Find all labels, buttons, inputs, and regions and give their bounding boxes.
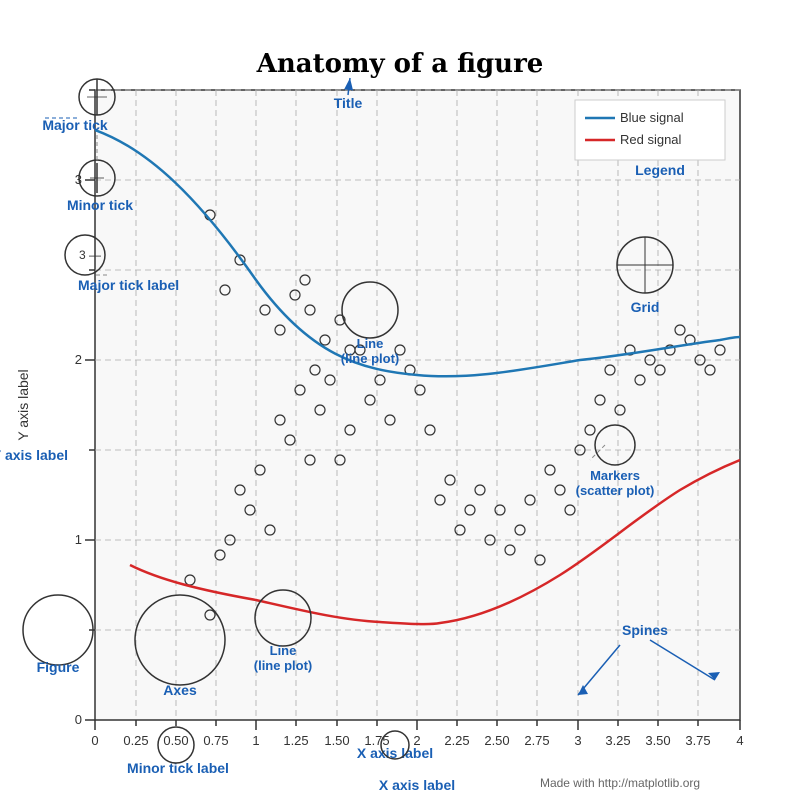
y-axis-label: Y axis label [15, 369, 31, 440]
svg-text:1.50: 1.50 [324, 733, 349, 748]
svg-text:4: 4 [736, 733, 743, 748]
svg-text:2.25: 2.25 [444, 733, 469, 748]
axes-annotation-label: Axes [163, 682, 197, 698]
svg-text:0.25: 0.25 [123, 733, 148, 748]
svg-text:1.25: 1.25 [283, 733, 308, 748]
title-annotation: Title [334, 95, 363, 111]
spines-annotation-label: Spines [622, 622, 668, 638]
major-tick-number: 3 — [79, 248, 101, 262]
figure-container: Anatomy of a figure [0, 0, 800, 800]
line-annotation-upper: Line [357, 336, 384, 351]
svg-text:3.50: 3.50 [645, 733, 670, 748]
major-tick-label-text: Major tick [42, 117, 108, 133]
legend-red-label: Red signal [620, 132, 682, 147]
markers-annotation-2: (scatter plot) [576, 483, 655, 498]
legend-box [575, 100, 725, 160]
markers-annotation-1: Markers [590, 468, 640, 483]
legend-blue-label: Blue signal [620, 110, 684, 125]
svg-text:3: 3 [574, 733, 581, 748]
chart-title: Anatomy of a figure [256, 49, 544, 79]
svg-text:0.50: 0.50 [163, 733, 188, 748]
svg-text:1: 1 [75, 532, 82, 547]
legend-label-text: Legend [635, 162, 685, 178]
x-axis-label-annotation: X axis label [379, 777, 455, 793]
line-annotation-upper-2: (line plot) [341, 351, 400, 366]
made-with-text: Made with http://matplotlib.org [540, 776, 700, 790]
svg-text:2.75: 2.75 [524, 733, 549, 748]
minor-tick-label-text: Minor tick [67, 197, 133, 213]
svg-text:0.75: 0.75 [203, 733, 228, 748]
svg-text:2: 2 [75, 352, 82, 367]
svg-text:1: 1 [252, 733, 259, 748]
svg-text:0: 0 [75, 712, 82, 727]
line-annotation-lower-2: (line plot) [254, 658, 313, 673]
svg-text:0: 0 [91, 733, 98, 748]
figure-annotation-label: Figure [37, 659, 80, 675]
line-annotation-lower-1: Line [270, 643, 297, 658]
svg-text:3.75: 3.75 [685, 733, 710, 748]
svg-text:3.25: 3.25 [605, 733, 630, 748]
grid-annotation-label: Grid [631, 299, 660, 315]
svg-text:2.50: 2.50 [484, 733, 509, 748]
y-axis-label-annotation: Y axis label [0, 447, 68, 463]
major-tick-label-annotation: Major tick label [78, 277, 179, 293]
